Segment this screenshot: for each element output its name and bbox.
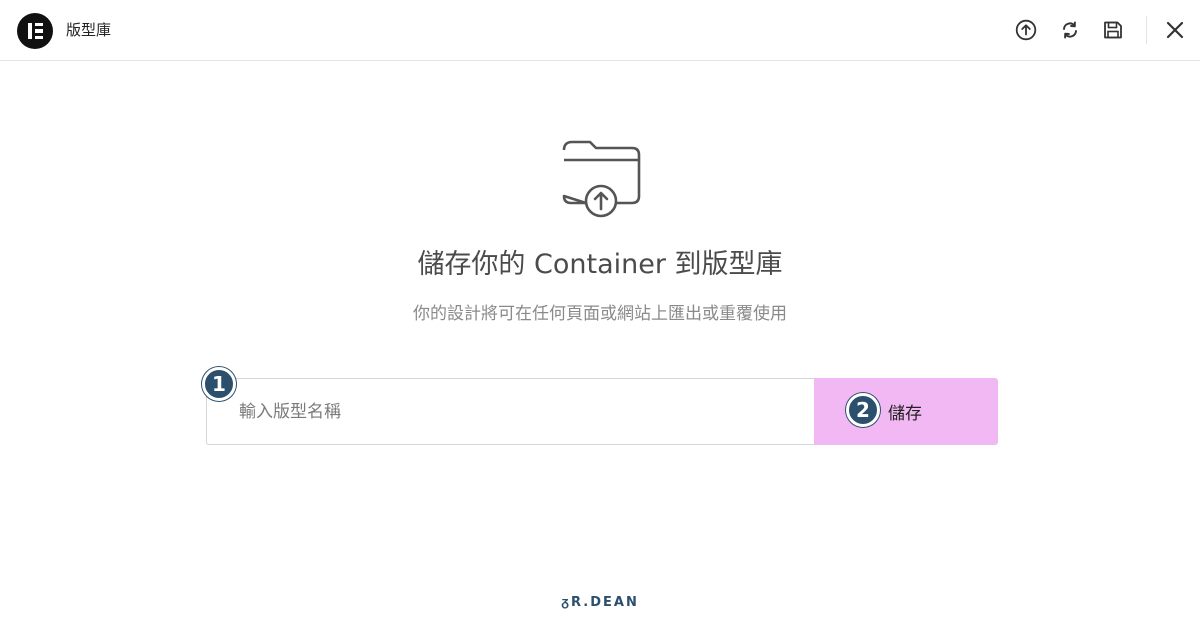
step-badge-2: 2 [846, 393, 880, 427]
step-badge-1: 1 [202, 367, 236, 401]
close-icon[interactable] [1162, 17, 1188, 43]
sync-icon[interactable] [1057, 17, 1083, 43]
folder-upload-icon [562, 140, 641, 218]
save-icon[interactable] [1100, 17, 1126, 43]
template-library-dialog: 版型庫 儲存你的 Container 到版型庫 你的設計將可在任何頁面或網站上匯… [0, 0, 1200, 630]
page-title: 儲存你的 Container 到版型庫 [417, 249, 783, 280]
elementor-logo [17, 13, 53, 49]
header-divider [1146, 16, 1147, 44]
template-name-input[interactable] [206, 378, 815, 445]
watermark-logo: ᵹR.DEAN [561, 595, 639, 610]
upload-icon[interactable] [1013, 17, 1039, 43]
header: 版型庫 [0, 0, 1200, 61]
header-title: 版型庫 [66, 21, 112, 39]
save-button[interactable]: 儲存 [814, 378, 998, 445]
page-subtitle: 你的設計將可在任何頁面或網站上匯出或重覆使用 [413, 304, 787, 324]
